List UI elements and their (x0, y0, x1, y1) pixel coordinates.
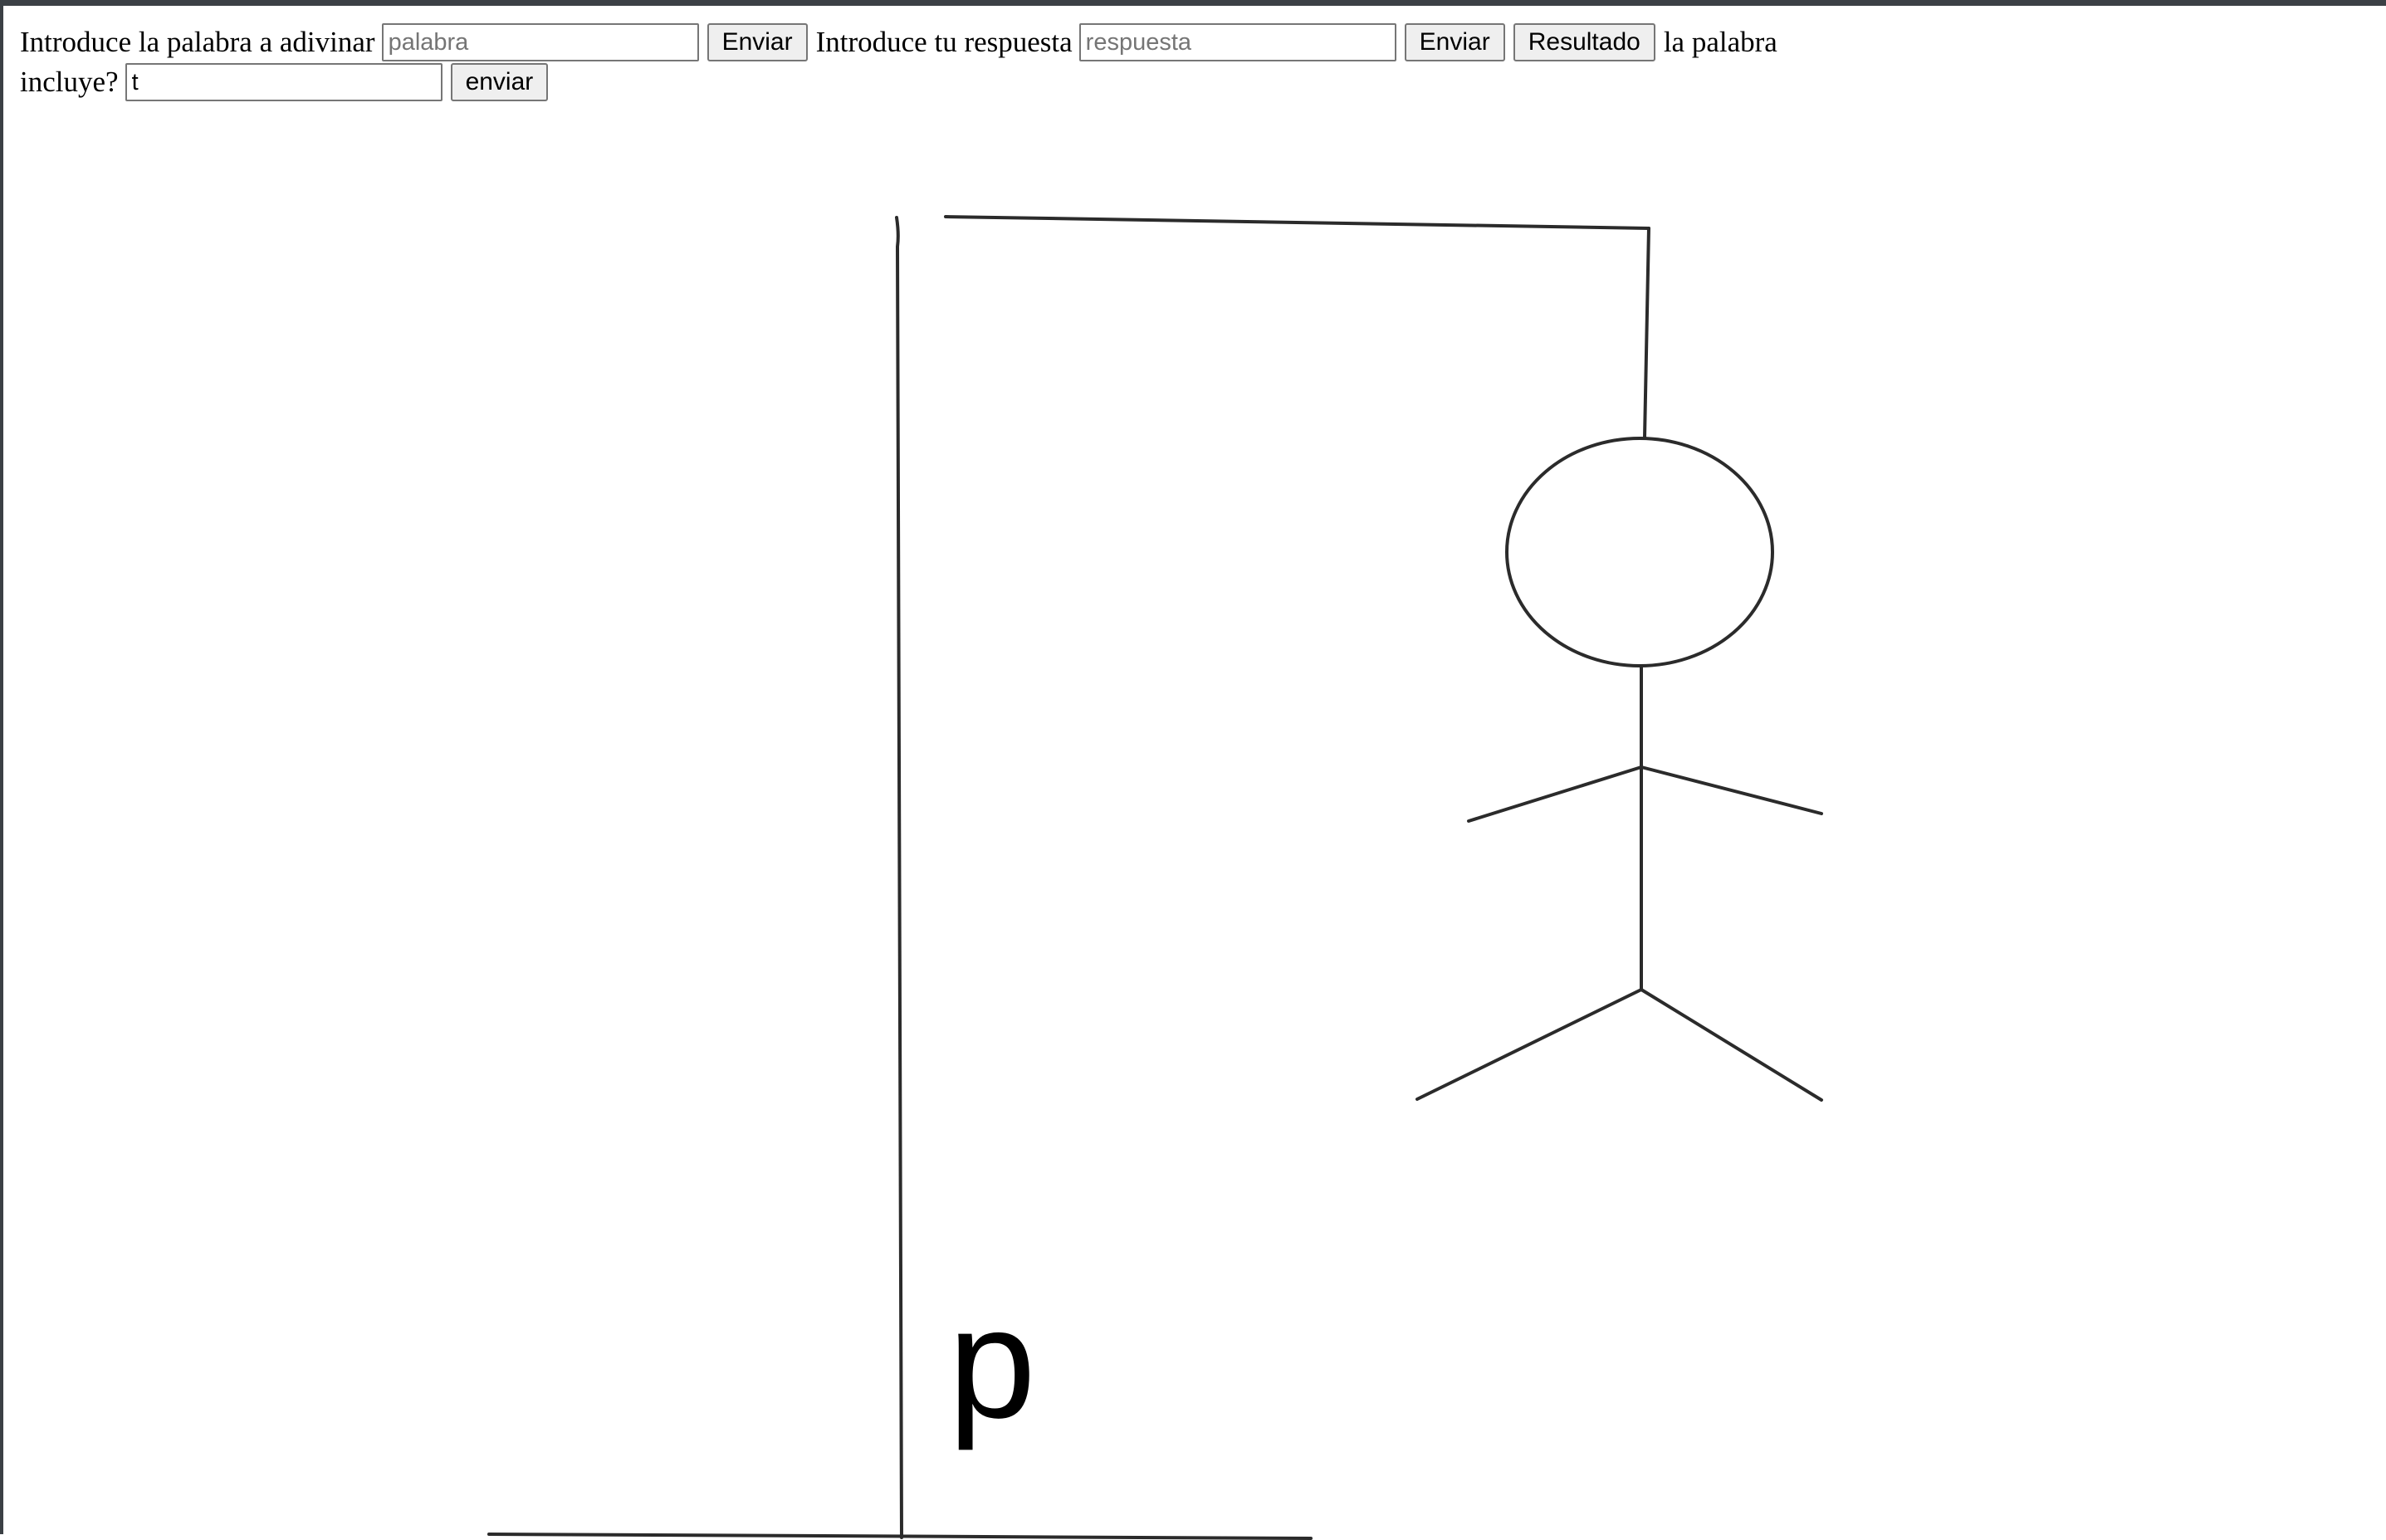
gallows-beam (944, 215, 1650, 230)
controls-row-2: incluye? enviar (20, 62, 1846, 102)
rope (1643, 227, 1650, 439)
submit-letter-button[interactable]: enviar (450, 63, 549, 101)
submit-answer-button[interactable]: Enviar (1404, 23, 1505, 61)
controls-row-1: Introduce la palabra a adivinar Enviar I… (20, 22, 1846, 62)
letter-input[interactable] (125, 63, 442, 101)
hangman-left-leg (1415, 988, 1643, 1101)
answer-input[interactable] (1078, 23, 1396, 61)
result-button[interactable]: Resultado (1513, 23, 1655, 61)
letter-label-part1: la palabra (1663, 26, 1777, 58)
letter-label-part2: incluye? (20, 66, 119, 98)
submit-word-button[interactable]: Enviar (707, 23, 808, 61)
gallows-post (895, 216, 903, 1539)
answer-label: Introduce tu respuesta (815, 26, 1073, 58)
hangman-right-leg (1640, 988, 1823, 1102)
hangman-canvas: p (487, 215, 1823, 1540)
hangman-left-arm (1467, 765, 1643, 823)
hangman-head (1505, 437, 1774, 667)
controls-form: Introduce la palabra a adivinar Enviar I… (20, 22, 1846, 102)
word-label: Introduce la palabra a adivinar (20, 26, 375, 58)
revealed-letters: p (948, 1275, 1036, 1451)
page: p Introduce la palabra a adivinar Enviar… (0, 0, 2386, 1540)
word-input[interactable] (381, 23, 699, 61)
hangman-right-arm (1640, 765, 1823, 815)
